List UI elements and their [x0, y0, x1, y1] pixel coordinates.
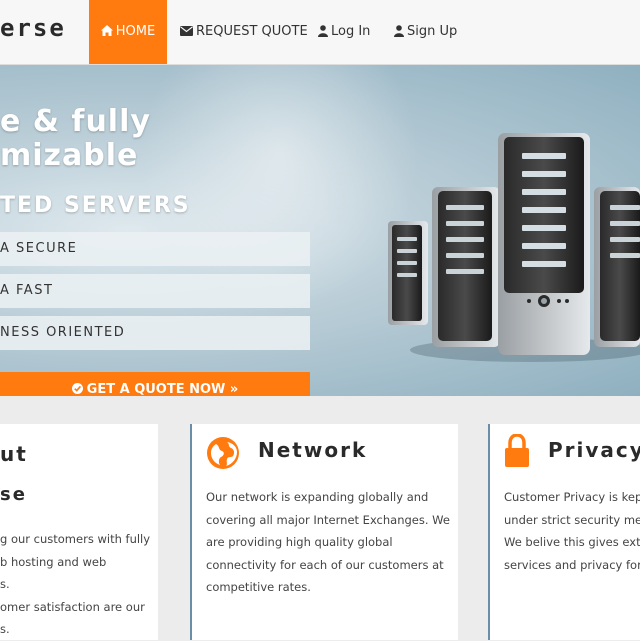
hero-headline-line1: e & fully — [0, 104, 151, 139]
nav-request-quote[interactable]: REQUEST QUOTE — [180, 0, 308, 64]
hero-banner: e & fully mizable TED SERVERS A SECURE A… — [0, 65, 640, 396]
about-line: omer satisfaction are our — [0, 599, 145, 614]
check-circle-icon — [71, 383, 83, 394]
user-icon — [394, 24, 404, 37]
about-line: g our customers with fully — [0, 532, 151, 546]
about-title: ut — [0, 442, 28, 466]
user-icon — [318, 24, 328, 37]
feature-secure: A SECURE — [0, 232, 310, 266]
envelope-icon — [180, 25, 193, 36]
nav-request-quote-label: REQUEST QUOTE — [196, 24, 308, 39]
network-line: Our network is expanding globally and — [206, 490, 429, 504]
privacy-line: under strict security mea — [504, 512, 640, 527]
about-line: b hosting and web — [0, 554, 107, 569]
get-quote-label: GET A QUOTE NOW » — [86, 382, 239, 396]
nav-home[interactable]: HOME — [89, 0, 167, 64]
globe-icon — [207, 437, 239, 469]
nav-signup-label: Sign Up — [407, 24, 458, 39]
hero-headline: e & fully mizable — [0, 105, 151, 173]
feature-business-oriented: NESS ORIENTED — [0, 316, 310, 350]
privacy-line: services and privacy for y — [504, 557, 640, 572]
get-quote-button[interactable]: GET A QUOTE NOW » — [0, 372, 310, 396]
network-card: Network Our network is expanding globall… — [190, 424, 458, 640]
top-navbar: erse HOME REQUEST QUOTE Log In Sign Up — [0, 0, 640, 65]
privacy-line: We belive this gives extra — [504, 535, 640, 549]
privacy-card: Privacy Customer Privacy is kept under s… — [488, 424, 640, 640]
hero-headline-line2: mizable — [0, 138, 139, 173]
nav-signup[interactable]: Sign Up — [394, 0, 457, 64]
privacy-title: Privacy — [548, 438, 640, 462]
nav-home-label: HOME — [115, 24, 156, 39]
about-line: s. — [0, 622, 10, 636]
network-line: connectivity for each of our customers a… — [206, 557, 444, 572]
network-body: Our network is expanding globally and co… — [206, 486, 450, 599]
network-line: are providing high quality global — [206, 535, 393, 549]
site-logo[interactable]: erse — [0, 14, 66, 42]
nav-login[interactable]: Log In — [318, 0, 370, 64]
hero-glow — [140, 65, 420, 305]
home-icon — [100, 25, 113, 36]
hero-subheadline: TED SERVERS — [0, 193, 191, 218]
about-subtitle: se — [0, 484, 27, 505]
network-line: covering all major Internet Exchanges. W… — [206, 512, 450, 527]
privacy-line: Customer Privacy is kept — [504, 490, 640, 504]
feature-fast: A FAST — [0, 274, 310, 308]
server-illustration — [388, 133, 640, 362]
privacy-body: Customer Privacy is kept under strict se… — [504, 486, 640, 576]
about-body: g our customers with fully b hosting and… — [0, 528, 150, 641]
about-card: ut se g our customers with fully b hosti… — [0, 424, 158, 640]
nav-login-label: Log In — [331, 24, 371, 39]
network-title: Network — [258, 438, 368, 462]
lock-icon — [505, 434, 529, 467]
network-line: competitive rates. — [206, 580, 311, 594]
about-line: s. — [0, 577, 10, 591]
